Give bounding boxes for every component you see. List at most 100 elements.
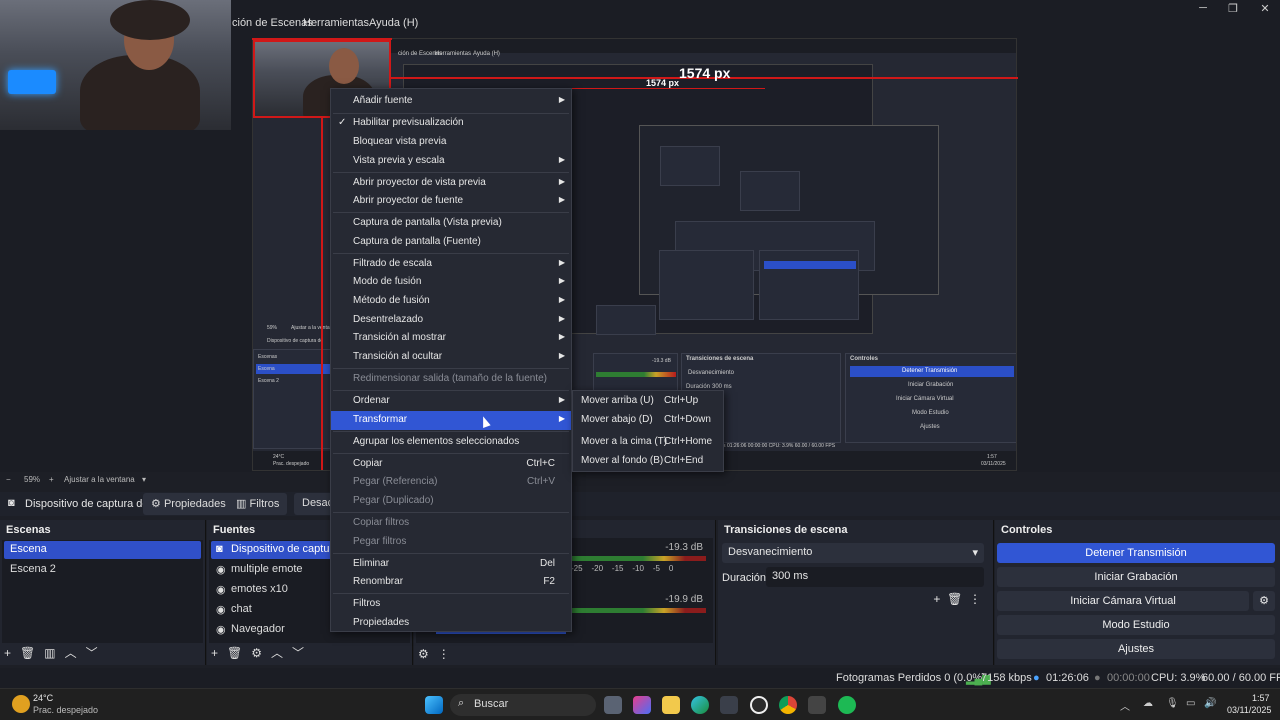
transition-select[interactable]: Desvanecimiento ▾ [722,543,984,563]
submenu-move-up[interactable]: Mover arriba (U) Ctrl+Up [573,392,723,411]
menu-order[interactable]: Ordenar ▶ [331,392,571,411]
studio-mode-button[interactable]: Modo Estudio [997,615,1275,635]
maximize-icon[interactable]: ❐ [1218,2,1248,16]
file-explorer-icon[interactable] [662,696,680,714]
menu-rename[interactable]: Renombrar F2 [331,573,571,592]
menu-lock-preview[interactable]: Bloquear vista previa [331,133,571,152]
webcam-source[interactable] [0,0,231,130]
menu-group-selected[interactable]: Agrupar los elementos seleccionados [331,433,571,452]
menu-copy[interactable]: Copiar Ctrl+C [331,455,571,474]
menu-filters[interactable]: Filtros [331,595,571,614]
menu-show-transition[interactable]: Transición al mostrar ▶ [331,329,571,348]
fit-window-button[interactable]: Ajustar a la ventana [64,475,135,484]
chevron-up-icon[interactable]: ︿ [65,646,77,660]
close-icon[interactable]: ✕ [1250,2,1280,16]
windows-start-icon[interactable] [425,696,443,714]
cloud-icon[interactable]: ☁ [1143,698,1153,709]
scenes-list: Escena Escena 2 [2,540,203,643]
menu-transform[interactable]: Transformar ▶ [331,411,571,430]
spotify-icon[interactable] [838,696,856,714]
duration-input[interactable]: 300 ms [766,567,984,587]
chevron-down-icon[interactable]: ﹀ [86,646,98,660]
chrome-icon[interactable] [779,696,797,714]
submenu-move-top[interactable]: Mover a la cima (T) Ctrl+Home [573,433,723,452]
menu-enable-preview[interactable]: ✓ Habilitar previsualización [331,114,571,133]
more-icon[interactable]: ⋮ [969,592,981,606]
chevron-down-icon[interactable]: ﹀ [292,646,304,660]
properties-button[interactable]: ⚙ Propiedades [143,493,234,515]
menu-preview-scale[interactable]: Vista previa y escala ▶ [331,152,571,171]
add-icon[interactable]: + [933,592,940,606]
trash-icon[interactable]: 🗑 [227,646,242,660]
menu-delete[interactable]: Eliminar Del [331,555,571,574]
menu-blend-mode[interactable]: Modo de fusión ▶ [331,273,571,292]
obs-icon[interactable] [750,696,768,714]
menu-properties[interactable]: Propiedades [331,614,571,633]
zoom-in-button[interactable]: + [49,475,54,484]
task-view-icon[interactable] [604,696,622,714]
source-label: Navegador [231,623,285,635]
chevron-right-icon: ▶ [558,276,565,285]
browser-icon: ◉ [216,604,226,616]
add-icon[interactable]: + [4,646,11,660]
menu-deinterlace[interactable]: Desentrelazado ▶ [331,311,571,330]
menu-scene-collection[interactable]: ción de Escenas [232,17,313,29]
more-icon[interactable]: ⋮ [438,647,450,661]
context-menu: Añadir fuente ▶ ✓ Habilitar previsualizaci… [330,88,572,632]
taskbar-search[interactable]: ⌕ Buscar [450,694,596,716]
start-recording-button[interactable]: Iniciar Grabación [997,567,1275,587]
mic-icon[interactable]: 🎙 [1166,698,1179,709]
filters-button[interactable]: ▥ Filtros [228,493,288,515]
trash-icon[interactable]: 🗑 [20,646,35,660]
volume-icon[interactable]: 🔊 [1204,698,1216,709]
menu-help[interactable]: Ayuda (H) [369,17,418,29]
zoom-out-button[interactable]: − [6,475,11,484]
stop-streaming-button[interactable]: Detener Transmisión [997,543,1275,563]
start-virtual-camera-button[interactable]: Iniciar Cámara Virtual [997,591,1249,611]
minimize-icon[interactable]: ─ [1188,2,1218,16]
gear-icon[interactable]: ⚙ [418,647,429,661]
search-icon: ⌕ [458,697,465,709]
chevron-right-icon: ▶ [558,414,565,423]
source-label: multiple emote [231,563,303,575]
menu-preview-projector[interactable]: Abrir proyector de vista previa ▶ [331,174,571,193]
add-icon[interactable]: + [211,646,218,660]
chevron-right-icon: ▶ [558,295,565,304]
zoom-value: 59% [24,475,41,484]
menu-screenshot-preview[interactable]: Captura de pantalla (Vista previa) [331,214,571,233]
clock-time[interactable]: 1:57 [1252,693,1270,703]
menu-blend-method[interactable]: Método de fusión ▶ [331,292,571,311]
nested-transitions-panel [659,250,754,320]
app-icon[interactable] [808,696,826,714]
status-bar: Fotogramas Perdidos 0 (0.0%) ▂▄▆ 7158 kb… [0,668,1280,688]
menu-scale-filtering[interactable]: Filtrado de escala ▶ [331,255,571,274]
tray-chevron-icon[interactable]: ︿ [1120,698,1130,713]
filter-icon[interactable]: ▥ [44,646,55,660]
gear-icon[interactable]: ⚙ [1253,591,1275,611]
submenu-move-bottom[interactable]: Mover al fondo (B) Ctrl+End [573,452,723,471]
gear-icon[interactable]: ⚙ [251,646,262,660]
chevron-up-icon[interactable]: ︿ [271,646,283,660]
clock-date[interactable]: 03/11/2025 [1227,705,1271,715]
scene-item-escena[interactable]: Escena [4,541,201,559]
menu-source-projector[interactable]: Abrir proyector de fuente ▶ [331,192,571,211]
chevron-down-icon[interactable]: ▾ [142,475,146,484]
nested-controls-title: Controles [850,356,879,362]
menu-add-source[interactable]: Añadir fuente ▶ [331,92,571,111]
store-icon[interactable] [720,696,738,714]
edge-icon[interactable] [691,696,709,714]
browser-icon: ◉ [216,564,226,576]
scene-item-escena-2[interactable]: Escena 2 [4,561,201,579]
menu-tools[interactable]: Herramientas [303,17,369,29]
mixer-db-1: -19.3 dB [665,542,703,553]
menu-hide-transition[interactable]: Transición al ocultar ▶ [331,348,571,367]
menu-copy-filters: Copiar filtros [353,517,410,528]
trash-icon[interactable]: 🗑 [947,592,962,606]
network-icon[interactable]: ▭ [1186,698,1195,709]
settings-button[interactable]: Ajustes [997,639,1275,659]
menu-screenshot-source[interactable]: Captura de pantalla (Fuente) [331,233,571,252]
duration-value: 300 ms [772,570,809,582]
copilot-icon[interactable] [633,696,651,714]
submenu-move-down[interactable]: Mover abajo (D) Ctrl+Down [573,411,723,430]
properties-label: Propiedades [163,498,226,510]
